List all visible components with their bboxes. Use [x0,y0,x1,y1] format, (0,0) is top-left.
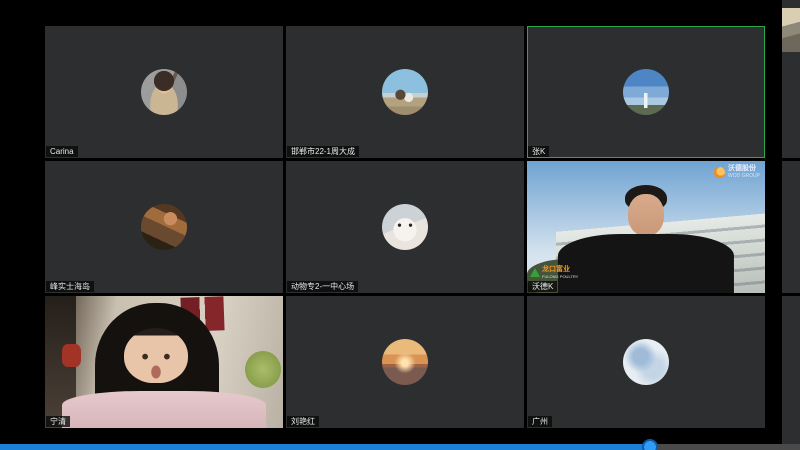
playback-progress-fill [0,444,650,450]
participant-name-label: 邯郸市22-1周大成 [287,146,359,157]
company-logo-overlay: 沃德股份 WOD GROUP [714,165,760,179]
video-woman-face [124,328,188,383]
video-man-black-sweater [558,234,734,293]
participant-name-label: 宁清 [46,416,70,427]
avatar-hug-photo [141,204,187,250]
clipped-fourth-column [782,0,800,444]
playback-progress-bar[interactable] [0,444,800,450]
video-man-face [628,194,664,236]
tile-gap [782,293,800,296]
participant-name-label: 刘艳红 [287,416,319,427]
participant-name-label: 张K [528,146,549,157]
participant-tile-dongwuzhuan[interactable]: 动物专2-一中心场 [286,161,524,293]
participant-tile-wodek-video[interactable]: 沃德股份 WOD GROUP 龙口富业 FULONG POULTRY 沃德K [527,161,765,293]
video-background-green-cushion [245,351,281,388]
participant-tile-carina[interactable]: Carina [45,26,283,158]
avatar-abstract-photo [623,339,669,385]
avatar-sky-monument-photo [623,69,669,115]
playback-progress-knob[interactable] [642,439,658,450]
tile-gap [782,158,800,161]
participant-name-label: 峰实士海岛 [46,281,94,292]
company-logo-text: 沃德股份 [728,165,760,173]
participant-name-label: 沃德K [528,281,557,292]
watermark-overlay: 龙口富业 FULONG POULTRY [530,266,578,279]
avatar-beach-photo [382,69,428,115]
participant-name-label: Carina [46,146,78,157]
participant-tile-guangzhou[interactable]: 广州 [527,296,765,428]
avatar-white-cat-photo [382,204,428,250]
participant-tile-zhangk-active-speaker[interactable]: 张K [527,26,765,158]
video-background-red-object [62,344,81,368]
avatar-toddler-photo [141,69,187,115]
participant-name-label: 广州 [528,416,552,427]
watermark-text: 龙口富业 [542,266,578,274]
avatar-sunset-photo [382,339,428,385]
video-woman-pink-top [62,391,267,428]
watermark-subtext: FULONG POULTRY [542,274,578,279]
watermark-logo-icon [530,268,540,277]
participant-tile-fengshi[interactable]: 峰实士海岛 [45,161,283,293]
company-logo-subtext: WOD GROUP [728,173,760,179]
participant-tile-ningqing-video[interactable]: 宁清 [45,296,283,428]
clipped-video-fragment [782,8,800,52]
participant-grid: Carina 邯郸市22-1周大成 张K 峰实士海岛 动物专2-一中心场 [45,26,765,428]
company-logo-icon [714,167,725,178]
participant-tile-liuyanhong[interactable]: 刘艳红 [286,296,524,428]
conference-stage: Carina 邯郸市22-1周大成 张K 峰实士海岛 动物专2-一中心场 [0,0,800,450]
participant-tile-handan[interactable]: 邯郸市22-1周大成 [286,26,524,158]
participant-name-label: 动物专2-一中心场 [287,281,358,292]
